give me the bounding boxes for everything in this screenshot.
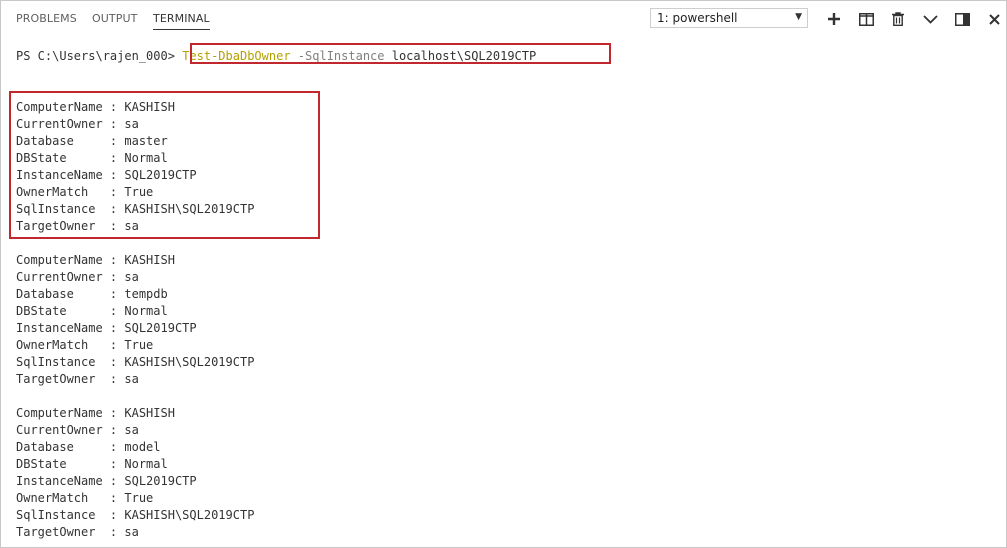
- plus-icon[interactable]: [824, 9, 844, 29]
- result-line: DBState : Normal: [16, 304, 168, 318]
- result-highlight-box: [9, 91, 320, 239]
- tab-output[interactable]: OUTPUT: [92, 12, 137, 25]
- tab-problems[interactable]: PROBLEMS: [16, 12, 77, 25]
- result-line: Database : model: [16, 440, 161, 454]
- prompt: PS C:\Users\rajen_000>: [16, 49, 175, 63]
- trash-icon[interactable]: [888, 9, 908, 29]
- result-line: Database : tempdb: [16, 287, 168, 301]
- terminal-select[interactable]: 1: powershell ▼: [650, 8, 808, 28]
- dropdown-arrow-icon: ▼: [795, 12, 802, 22]
- result-line: SqlInstance : KASHISH\SQL2019CTP: [16, 508, 255, 522]
- result-line: CurrentOwner : sa: [16, 270, 139, 284]
- result-line: DBState : Normal: [16, 457, 168, 471]
- maximize-panel-icon[interactable]: [952, 9, 972, 29]
- split-terminal-icon[interactable]: [856, 9, 876, 29]
- result-line: ComputerName : KASHISH: [16, 253, 175, 267]
- terminal-select-value: 1: powershell: [657, 11, 738, 25]
- result-line: CurrentOwner : sa: [16, 423, 139, 437]
- panel-tab-bar: PROBLEMS OUTPUT TERMINAL 1: powershell ▼: [0, 0, 1005, 36]
- tab-terminal[interactable]: TERMINAL: [153, 12, 210, 30]
- result-line: InstanceName : SQL2019CTP: [16, 474, 197, 488]
- command-highlight-box: [190, 43, 611, 64]
- result-line: OwnerMatch : True: [16, 338, 154, 352]
- chevron-down-icon[interactable]: [920, 9, 940, 29]
- result-line: TargetOwner : sa: [16, 372, 139, 386]
- result-line: InstanceName : SQL2019CTP: [16, 321, 197, 335]
- result-line: TargetOwner : sa: [16, 525, 139, 539]
- close-icon[interactable]: [984, 9, 1004, 29]
- result-line: ComputerName : KASHISH: [16, 406, 175, 420]
- result-line: SqlInstance : KASHISH\SQL2019CTP: [16, 355, 255, 369]
- result-line: OwnerMatch : True: [16, 491, 154, 505]
